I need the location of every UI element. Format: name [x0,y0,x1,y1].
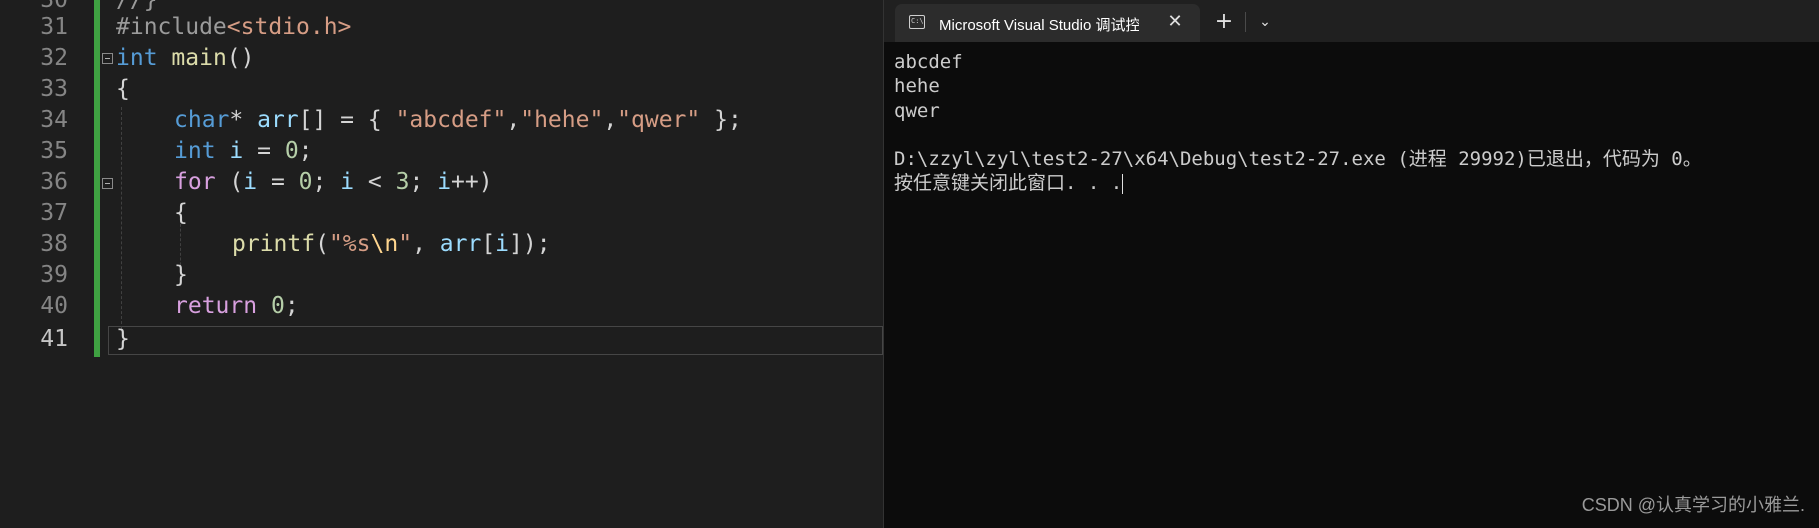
output-line: 按任意键关闭此窗口. . . [894,171,1814,195]
punctuation: ]); [509,231,551,257]
punctuation: < [354,169,396,195]
code-line: 31 #include<stdio.h> [0,12,883,43]
output-line: abcdef [894,51,963,73]
close-icon[interactable]: ✕ [1163,10,1187,34]
console-output[interactable]: abcdef hehe qwer D:\zzyl\zyl\test2-27\x6… [894,50,1814,196]
code-line: 40 return 0; [0,291,883,322]
prompt-text: 按任意键关闭此窗口. . . [894,172,1123,195]
punctuation: , [506,107,521,133]
punctuation: , [412,231,440,257]
string-literal: "hehe" [520,107,604,133]
code-text: for (i = 0; i < 3; i++) [174,167,493,198]
variable: i [243,169,258,195]
number-literal: 0 [270,293,285,319]
code-text: { [174,200,188,226]
variable: i [229,138,244,164]
code-line: 32 int main() [0,43,883,74]
include-header: <stdio.h> [226,14,352,40]
variable: arr [257,107,299,133]
line-number: 33 [40,76,68,102]
escape-sequence: \n [370,231,399,257]
keyword: int [116,45,158,71]
keyword: return [174,293,258,319]
terminal-icon: C:\ [909,15,925,29]
punctuation: = [243,138,285,164]
terminal-titlebar: C:\ Microsoft Visual Studio 调试控制台 ✕ + ⌄ [884,0,1819,42]
punctuation: ; [409,169,438,195]
keyword: int [174,138,216,164]
code-text: printf("%s\n", arr[i]); [232,229,551,260]
punctuation: }; [700,107,742,133]
terminal-tab[interactable]: C:\ Microsoft Visual Studio 调试控制台 ✕ [895,4,1200,42]
keyword: for [174,169,216,195]
code-text: int i = 0; [174,136,313,167]
code-line: 38 printf("%s\n", arr[i]); [0,229,883,260]
code-text: } [174,262,188,288]
number-literal: 0 [284,138,299,164]
tab-title: Microsoft Visual Studio 调试控制台 [939,17,1139,34]
punctuation: ; [312,169,341,195]
function-name: printf [232,231,316,257]
string-literal: "qwer" [617,107,701,133]
chevron-down-icon[interactable]: ⌄ [1253,9,1277,35]
text-cursor [1122,173,1124,194]
debug-console-window[interactable]: C:\ Microsoft Visual Studio 调试控制台 ✕ + ⌄ … [883,0,1819,528]
code-line: 34 char* arr[] = { "abcdef","hehe","qwer… [0,105,883,136]
punctuation: [ [481,231,496,257]
number-literal: 0 [298,169,313,195]
output-line: hehe [894,75,940,98]
line-number: 37 [40,200,68,226]
code-text: #include<stdio.h> [116,12,351,43]
variable: i [437,169,452,195]
number-literal: 3 [395,169,410,195]
variable: i [495,231,510,257]
function-name: main [171,45,227,71]
code-line: 33 { [0,74,883,105]
code-text: int main() [116,43,255,74]
line-number: 34 [40,107,68,133]
punctuation: ; [284,293,299,319]
code-line: 39 } [0,260,883,291]
line-number: 41 [40,326,68,352]
punctuation [257,293,271,319]
punctuation: () [226,45,255,71]
line-number: 31 [40,14,68,40]
line-number: 36 [40,169,68,195]
punctuation: ( [315,231,329,257]
divider [1245,12,1246,32]
punctuation: = [257,169,299,195]
output-line: qwer [894,99,940,122]
variable: arr [439,231,482,257]
punctuation: , [603,107,618,133]
line-number: 39 [40,262,68,288]
code-line: 36 for (i = 0; i < 3; i++) [0,167,883,198]
punctuation: * [229,107,258,133]
code-text: } [116,326,130,352]
line-number: 35 [40,138,68,164]
punctuation: [] = { [298,107,396,133]
code-text: return 0; [174,291,299,322]
code-line: 37 { [0,198,883,229]
code-text: { [116,76,130,102]
line-number: 32 [40,45,68,71]
code-text: char* arr[] = { "abcdef","hehe","qwer" }… [174,105,742,136]
line-number: 40 [40,293,68,319]
keyword: char [174,107,230,133]
string-literal: "%s [328,231,371,257]
string-literal: " [398,231,413,257]
watermark-text: CSDN @认真学习的小雅兰. [1581,495,1805,515]
string-literal: "abcdef" [395,107,507,133]
code-editor[interactable]: 30 //} 31 #include<stdio.h> 32 int main(… [0,0,883,528]
new-tab-button[interactable]: + [1211,9,1237,35]
punctuation: ( [215,169,244,195]
punctuation: ++) [451,169,493,195]
preprocessor-directive: #include [116,14,227,40]
code-line: 41 } [0,324,883,355]
punctuation: ; [298,138,313,164]
line-number: 38 [40,231,68,257]
output-line: D:\zzyl\zyl\test2-27\x64\Debug\test2-27.… [894,148,1702,171]
code-line: 35 int i = 0; [0,136,883,167]
variable: i [340,169,355,195]
